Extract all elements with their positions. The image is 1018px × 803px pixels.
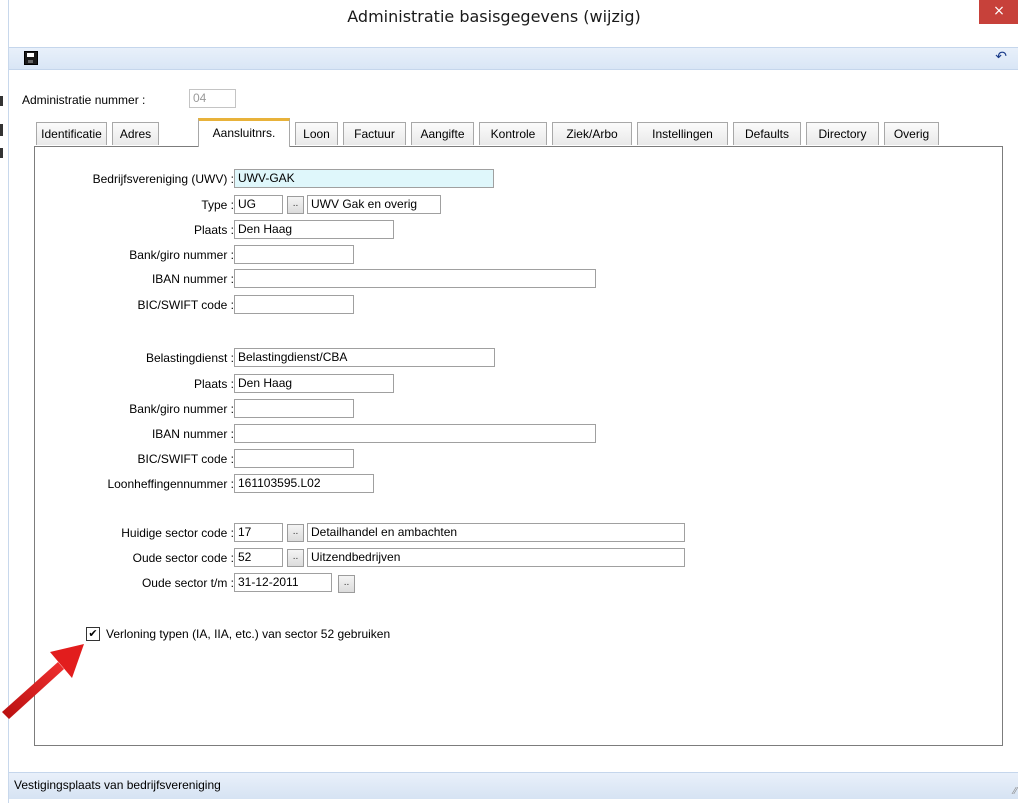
belasting-bic-field[interactable] [234,449,354,468]
tab-identificatie[interactable]: Identificatie [36,122,107,145]
close-button[interactable]: × [979,0,1018,24]
status-bar: Vestigingsplaats van bedrijfsvereniging … [9,770,1018,803]
uwv-iban-label: IBAN nummer : [151,272,234,286]
belasting-bic-label: BIC/SWIFT code : [137,452,234,466]
tab-panel-aansluitnrs [34,146,1003,746]
undo-icon[interactable]: ↶ [995,49,1007,65]
belastingdienst-label: Belastingdienst : [145,351,234,365]
type-description-field[interactable]: UWV Gak en overig [307,195,441,214]
tab-ziek-arbo[interactable]: Ziek/Arbo [552,122,632,145]
left-edge-marker [0,124,3,136]
tab-loon[interactable]: Loon [295,122,338,145]
toolbar: ↶ [9,36,1018,78]
uwv-bank-field[interactable] [234,245,354,264]
toolbar-band: ↶ [9,47,1018,70]
bedrijfsvereniging-label: Bedrijfsvereniging (UWV) : [92,172,234,186]
belasting-plaats-label: Plaats : [193,377,234,391]
oude-sector-lookup-button[interactable]: .. [287,549,304,567]
type-lookup-button[interactable]: .. [287,196,304,214]
uwv-bank-label: Bank/giro nummer : [129,248,234,262]
belasting-plaats-field[interactable]: Den Haag [234,374,394,393]
window-title: Administratie basisgegevens (wijzig) [347,7,641,26]
uwv-iban-field[interactable] [234,269,596,288]
title-bar: Administratie basisgegevens (wijzig) × [9,0,1018,36]
type-code-field[interactable]: UG [234,195,283,214]
huidige-sector-label: Huidige sector code : [121,526,234,540]
status-bar-band: Vestigingsplaats van bedrijfsvereniging … [9,772,1018,799]
uwv-plaats-field[interactable]: Den Haag [234,220,394,239]
bedrijfsvereniging-field[interactable]: UWV-GAK [234,169,494,188]
verloning-typen-label: Verloning typen (IA, IIA, etc.) van sect… [106,627,391,641]
oude-sector-code-field[interactable]: 52 [234,548,283,567]
status-text: Vestigingsplaats van bedrijfsvereniging [14,778,221,792]
uwv-plaats-label: Plaats : [193,223,234,237]
loonheffingennummer-label: Loonheffingennummer : [107,477,234,491]
uwv-bic-field[interactable] [234,295,354,314]
resize-grip-icon[interactable]: ⁄⁄ [1014,786,1017,797]
belasting-iban-label: IBAN nummer : [151,427,234,441]
tab-instellingen[interactable]: Instellingen [637,122,728,145]
tab-adres[interactable]: Adres [112,122,159,145]
uwv-bic-label: BIC/SWIFT code : [137,298,234,312]
red-arrow-annotation [2,644,84,719]
huidige-sector-description-field[interactable]: Detailhandel en ambachten [307,523,685,542]
administratie-nummer-label: Administratie nummer : [22,93,146,107]
huidige-sector-lookup-button[interactable]: .. [287,524,304,542]
left-edge-marker [0,96,3,106]
administratie-nummer-field[interactable]: 04 [189,89,236,108]
belastingdienst-field[interactable]: Belastingdienst/CBA [234,348,495,367]
type-label: Type : [201,198,234,212]
tab-aangifte[interactable]: Aangifte [411,122,474,145]
oude-sector-description-field[interactable]: Uitzendbedrijven [307,548,685,567]
tab-kontrole[interactable]: Kontrole [479,122,547,145]
belasting-bank-label: Bank/giro nummer : [129,402,234,416]
oude-sector-tm-date-button[interactable]: .. [338,575,355,593]
tab-aansluitnrs[interactable]: Aansluitnrs. [198,118,290,147]
arrow-shaft [2,662,64,719]
loonheffingennummer-field[interactable]: 161103595.L02 [234,474,374,493]
huidige-sector-code-field[interactable]: 17 [234,523,283,542]
verloning-typen-checkbox[interactable]: ✔ [86,627,100,641]
oude-sector-tm-field[interactable]: 31-12-2011 [234,573,332,592]
save-icon[interactable] [24,51,38,65]
belasting-bank-field[interactable] [234,399,354,418]
tab-defaults[interactable]: Defaults [733,122,801,145]
tab-factuur[interactable]: Factuur [343,122,406,145]
oude-sector-tm-label: Oude sector t/m : [141,576,234,590]
dialog-window: Administratie basisgegevens (wijzig) × ↶… [8,0,1018,803]
oude-sector-label: Oude sector code : [132,551,234,565]
left-edge-marker [0,148,3,158]
tab-directory[interactable]: Directory [806,122,879,145]
belasting-iban-field[interactable] [234,424,596,443]
tab-overig[interactable]: Overig [884,122,939,145]
